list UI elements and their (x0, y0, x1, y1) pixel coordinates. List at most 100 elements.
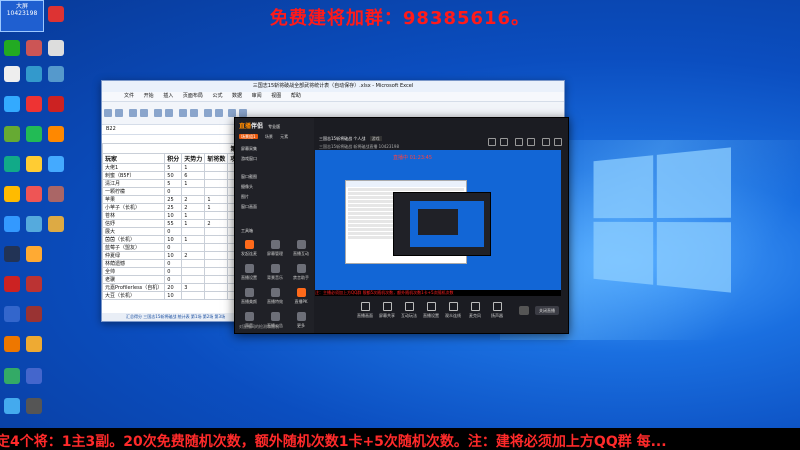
tool-beauty[interactable]: 直播美颜 (237, 288, 261, 305)
table-cell[interactable] (204, 171, 229, 180)
table-cell[interactable]: 55 (164, 219, 183, 228)
game6-icon[interactable] (48, 216, 64, 232)
table-cell[interactable] (204, 179, 229, 188)
obs-icon[interactable] (4, 336, 20, 352)
table-cell[interactable]: 0 (164, 259, 183, 268)
table-cell[interactable]: 2 (181, 195, 206, 204)
table-cell[interactable]: 林荫遗憾 (101, 259, 166, 268)
cut-icon[interactable] (115, 109, 123, 117)
stop-live-button[interactable]: 关闭直播 (535, 306, 559, 315)
gift-icon[interactable] (500, 138, 509, 146)
table-row[interactable]: 全帅 0 (101, 267, 252, 276)
netease-music-icon[interactable] (26, 96, 42, 112)
table-cell[interactable]: 全帅 (101, 267, 166, 276)
table-cell[interactable] (181, 187, 206, 196)
computer-icon[interactable] (4, 40, 20, 56)
table-row[interactable]: 林荫遗憾 0 (101, 259, 252, 268)
game8-icon[interactable] (4, 276, 20, 292)
table-cell[interactable]: 10 (164, 235, 183, 244)
control-settings[interactable]: 直播设置 (421, 302, 441, 319)
copy-icon[interactable] (128, 109, 137, 117)
tool-effects[interactable]: 直播特效 (263, 288, 287, 305)
scene-item[interactable]: 窗口截图 (241, 174, 257, 180)
tool-pk[interactable]: 直播PK (289, 288, 313, 305)
column-header-points[interactable]: 积分 (164, 153, 183, 164)
table-cell[interactable]: 5 (164, 179, 183, 188)
menu-file[interactable]: 文件 (124, 93, 134, 99)
table-cell[interactable] (181, 275, 206, 284)
table-cell[interactable] (204, 227, 229, 236)
menu-review[interactable]: 审阅 (252, 93, 262, 99)
excel-icon[interactable] (4, 368, 20, 384)
table-row[interactable]: 展大 0 (101, 227, 252, 236)
table-cell[interactable] (181, 291, 206, 300)
table-cell[interactable]: 20 (164, 283, 183, 292)
game4-icon[interactable] (48, 186, 64, 202)
table-row[interactable]: 茵茵（长机） 10 1 (101, 235, 252, 244)
italic-icon[interactable] (153, 109, 162, 117)
table-row[interactable]: 苹果 25 2 1 (101, 195, 252, 204)
table-cell[interactable] (204, 235, 229, 244)
menu-view[interactable]: 视图 (271, 93, 281, 99)
table-cell[interactable]: 一颗柠檬 (101, 187, 166, 196)
table-cell[interactable]: 大佬1 (101, 163, 166, 172)
tool-start-link[interactable]: 发起连麦 (237, 240, 261, 257)
table-cell[interactable] (204, 211, 229, 220)
qq-icon[interactable] (4, 216, 20, 232)
table-cell[interactable]: 10 (164, 211, 183, 220)
table-cell[interactable]: 1 (181, 219, 206, 228)
table-cell[interactable] (181, 227, 206, 236)
table-row[interactable]: 元嘉Profilerless（自机） 20 3 (101, 283, 252, 292)
column-header-kills[interactable]: 斩将数 (204, 153, 229, 164)
control-interaction[interactable]: 互动玩法 (399, 302, 419, 319)
folder-icon[interactable] (26, 156, 42, 172)
table-cell[interactable] (181, 267, 206, 276)
table-cell[interactable]: 1 (181, 235, 206, 244)
table-cell[interactable] (204, 259, 229, 268)
control-audience-link[interactable]: 观众连线 (443, 302, 463, 319)
table-row[interactable]: 小苹子（长机） 25 2 1 (101, 203, 252, 212)
ie-icon[interactable] (48, 126, 64, 142)
table-cell[interactable]: 小苹子（长机） (101, 203, 166, 212)
table-row[interactable]: 老骥 0 (101, 275, 252, 284)
network-icon[interactable] (4, 398, 20, 414)
table-cell[interactable]: 仲夏绿 (101, 251, 166, 260)
sort-icon[interactable] (239, 109, 248, 117)
menu-home[interactable]: 开始 (144, 93, 154, 99)
menu-data[interactable]: 数据 (232, 93, 242, 99)
underline-icon[interactable] (164, 109, 173, 117)
tool-more[interactable]: 更多 (289, 312, 313, 329)
tool-music[interactable]: 背景音乐 (263, 264, 287, 281)
table-cell[interactable]: 刺蜜（B5F） (101, 171, 166, 180)
game3-icon[interactable] (26, 186, 42, 202)
table-cell[interactable]: 25 (164, 203, 183, 212)
tab-scene[interactable]: 场景 (265, 134, 273, 139)
align-center-icon[interactable] (203, 109, 212, 117)
close-icon[interactable] (554, 138, 562, 146)
tool-mute-helper[interactable]: 禁言助手 (289, 264, 313, 281)
table-cell[interactable]: 蓝莓子（盟友） (101, 243, 166, 252)
bold-icon[interactable] (139, 109, 148, 117)
control-microphone[interactable]: 麦克风 (465, 302, 485, 319)
tab-scene-group[interactable]: 场景组1 (239, 134, 258, 139)
menu-insert[interactable]: 插入 (163, 93, 173, 99)
paste-icon[interactable] (104, 109, 112, 117)
control-speaker[interactable]: 扬声器 (487, 302, 507, 319)
room-game[interactable]: 三国志15斩将破战 (319, 144, 352, 149)
game5-icon[interactable] (26, 216, 42, 232)
scene-item[interactable]: 摄像头 (241, 184, 253, 190)
excel-title-bar[interactable]: 三国志15斩将破战全部武将统计表（自动保存）.xlsx - Microsoft … (102, 81, 564, 92)
column-header-faction[interactable]: 天势力 (181, 153, 206, 164)
scene-item[interactable]: 屏幕采集 (241, 146, 257, 152)
table-cell[interactable]: 元嘉Profilerless（自机） (101, 283, 166, 292)
table-cell[interactable] (204, 243, 229, 252)
game7-icon[interactable] (26, 246, 42, 262)
scene-item[interactable]: 窗口画面 (241, 204, 257, 210)
table-row[interactable]: 大豆（长机） 10 (101, 291, 252, 300)
minimize-icon[interactable] (542, 138, 550, 146)
table-row[interactable]: 仲夏绿 10 2 (101, 251, 252, 260)
message-icon[interactable] (488, 138, 497, 146)
table-cell[interactable]: 1 (181, 163, 206, 172)
app-icon[interactable] (4, 306, 20, 322)
control-live-screen[interactable]: 直播画面 (355, 302, 375, 319)
